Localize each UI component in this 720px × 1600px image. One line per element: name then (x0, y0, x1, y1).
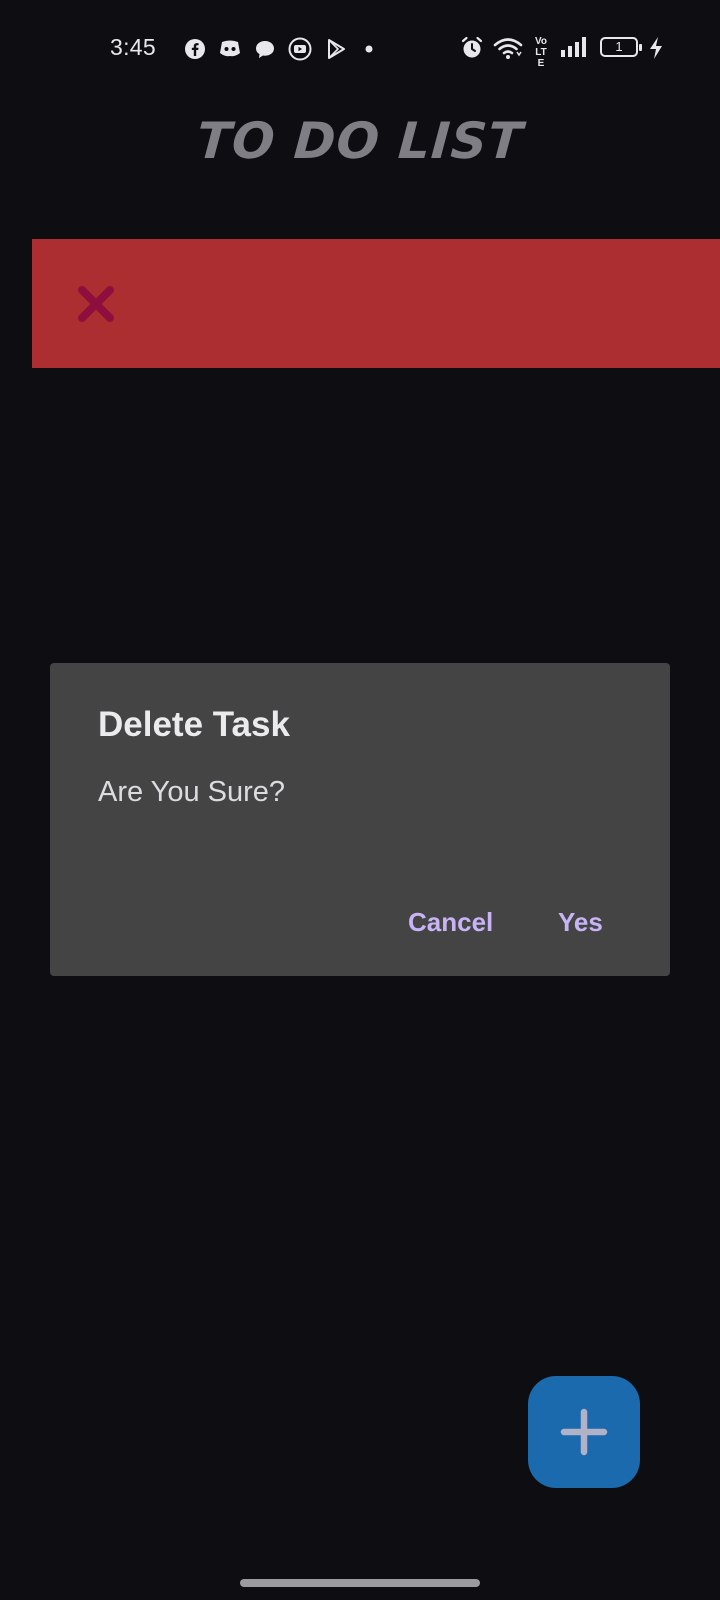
delete-task-dialog: Delete Task Are You Sure? Cancel Yes (50, 663, 670, 976)
yes-button[interactable]: Yes (552, 903, 609, 942)
dialog-title: Delete Task (98, 705, 290, 744)
dialog-message: Are You Sure? (98, 776, 286, 808)
cancel-button[interactable]: Cancel (402, 903, 499, 942)
add-task-button[interactable] (528, 1376, 640, 1488)
plus-icon (560, 1408, 608, 1456)
home-indicator[interactable] (240, 1579, 480, 1587)
